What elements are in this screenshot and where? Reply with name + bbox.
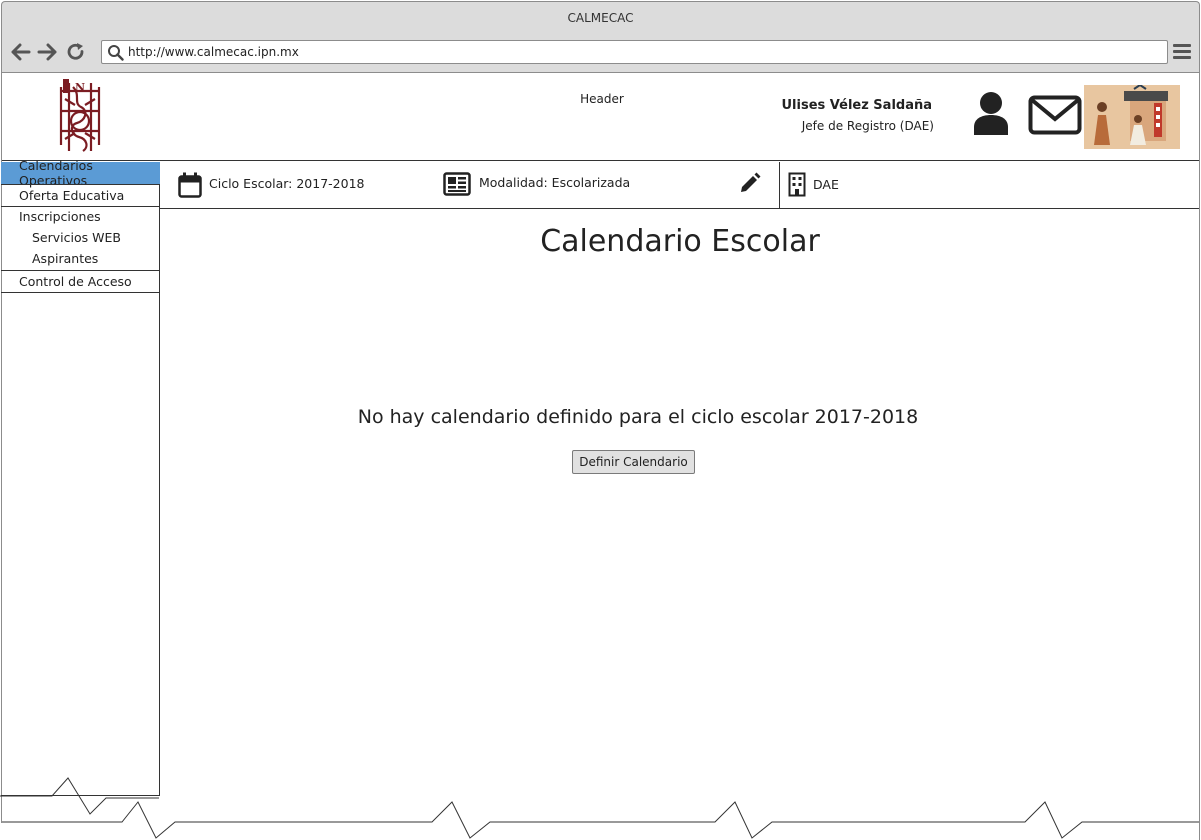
building-icon — [788, 172, 806, 197]
newspaper-icon — [443, 172, 471, 196]
page-header: N Header Ulises Vélez Saldaña Jefe de Re… — [2, 73, 1199, 161]
page-title: Calendario Escolar — [540, 224, 820, 259]
define-calendar-button[interactable]: Definir Calendario — [572, 450, 695, 474]
ciclo-escolar-label: Ciclo Escolar: 2017-2018 — [209, 176, 365, 191]
window-titlebar: CALMECAC — [1, 1, 1200, 33]
forward-arrow-icon[interactable] — [37, 42, 57, 62]
sidebar-item-oferta-educativa[interactable]: Oferta Educativa — [1, 184, 160, 206]
url-bar[interactable]: http://www.calmecac.ipn.mx — [101, 40, 1168, 64]
svg-text:N: N — [75, 81, 85, 94]
pencil-icon[interactable] — [739, 172, 761, 194]
user-role: Jefe de Registro (DAE) — [801, 119, 934, 133]
context-divider — [779, 162, 780, 209]
back-arrow-icon[interactable] — [11, 42, 31, 62]
header-label: Header — [580, 92, 624, 106]
user-icon[interactable] — [971, 91, 1011, 135]
sidebar: Calendarios Operativos Oferta Educativa … — [1, 158, 160, 796]
window-title: CALMECAC — [567, 10, 634, 25]
sidebar-item-aspirantes[interactable]: Aspirantes — [1, 248, 160, 269]
sidebar-item-servicios-web[interactable]: Servicios WEB — [1, 227, 160, 248]
user-name: Ulises Vélez Saldaña — [781, 98, 932, 113]
reload-icon[interactable] — [66, 42, 86, 62]
dependencia-label: DAE — [813, 177, 839, 192]
ipn-logo: N — [59, 79, 101, 152]
sidebar-item-control-de-acceso[interactable]: Control de Acceso — [1, 270, 160, 292]
browser-toolbar: http://www.calmecac.ipn.mx — [1, 33, 1200, 73]
modalidad-label: Modalidad: Escolarizada — [479, 175, 631, 190]
sidebar-item-inscripciones[interactable]: Inscripciones — [1, 206, 160, 227]
calendar-icon — [178, 172, 202, 198]
url-text: http://www.calmecac.ipn.mx — [128, 45, 299, 59]
codex-illustration — [1084, 85, 1180, 149]
browser-window: CALMECAC http://www.calmecac.ipn.mx N He… — [0, 0, 1201, 840]
torn-page-edge — [0, 777, 1199, 840]
empty-state-message: No hay calendario definido para el ciclo… — [357, 406, 919, 428]
search-icon — [108, 45, 124, 61]
sidebar-item-calendarios-operativos[interactable]: Calendarios Operativos — [1, 158, 160, 188]
browser-menu-icon[interactable] — [1173, 44, 1191, 60]
mail-icon[interactable] — [1028, 95, 1082, 135]
context-bar: Ciclo Escolar: 2017-2018 Modalidad: Esco… — [160, 162, 1199, 209]
